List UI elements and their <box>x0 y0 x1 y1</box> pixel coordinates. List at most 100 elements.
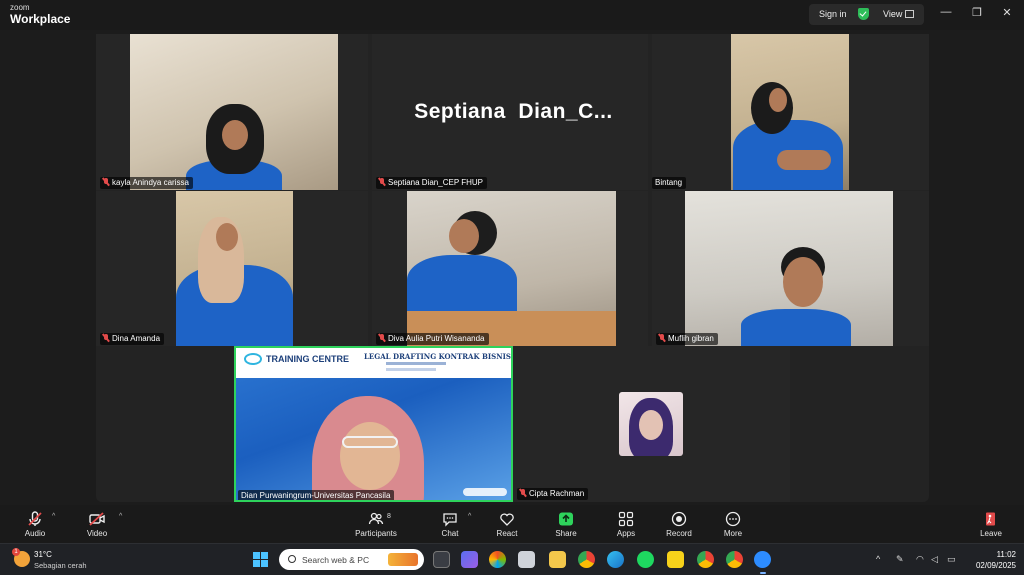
participant-name: Septiana Dian_CEP FHUP <box>388 178 484 187</box>
more-dots-icon <box>725 511 741 527</box>
leave-door-icon <box>986 512 995 526</box>
pen-icon[interactable]: ✎ <box>896 554 904 565</box>
zoom-app-icon[interactable] <box>754 551 771 568</box>
face-shape <box>340 422 400 490</box>
video-options-chevron-icon[interactable]: ^ <box>119 513 122 520</box>
event-title: LEGAL DRAFTING KONTRAK BISNIS <box>364 352 511 361</box>
apps-label: Apps <box>616 529 636 538</box>
face-shape <box>783 257 823 307</box>
spotify-icon[interactable] <box>637 551 654 568</box>
video-tile-kayla[interactable]: kayla Anindya carissa <box>96 34 368 190</box>
active-speaker-tile[interactable]: TRAINING CENTRE LEGAL DRAFTING KONTRAK B… <box>234 346 513 502</box>
weather-condition[interactable]: Sebagian cerah <box>34 561 87 570</box>
task-view-icon[interactable] <box>433 551 450 568</box>
event-details-line <box>386 368 436 371</box>
more-button[interactable]: More <box>703 508 763 542</box>
profile-picture <box>619 392 683 456</box>
chat-options-chevron-icon[interactable]: ^ <box>468 513 471 520</box>
encryption-shield-icon[interactable] <box>858 8 869 20</box>
search-highlight-icon <box>388 553 418 566</box>
chat-icon <box>443 513 457 527</box>
participants-button[interactable]: 8 Participants <box>346 508 406 542</box>
clock-time: 11:02 <box>996 550 1016 559</box>
participant-name-tag: Bintang <box>652 177 687 189</box>
sign-in-button[interactable]: Sign in <box>819 9 847 19</box>
video-tile-diva[interactable]: Diva Aulia Putri Wisananda <box>372 191 648 346</box>
weather-temperature[interactable]: 31°C <box>34 550 52 559</box>
participant-name-tag: Dian Purwaningrum-Universitas Pancasila <box>238 490 395 500</box>
calculator-icon[interactable] <box>518 551 535 568</box>
view-button[interactable]: View <box>883 9 902 19</box>
chrome-profile-icon[interactable] <box>697 551 714 568</box>
participant-name-tag: Dina Amanda <box>100 333 165 345</box>
taskbar-search-box[interactable]: Search web & PC <box>279 549 424 570</box>
video-button[interactable]: Video <box>67 508 127 542</box>
leave-label: Leave <box>980 529 1002 538</box>
camera-off-name: Septiana Dian_C... <box>414 100 613 123</box>
minimize-button[interactable]: — <box>938 6 954 18</box>
participant-name: Bintang <box>655 178 683 187</box>
audio-button[interactable]: Audio <box>5 508 65 542</box>
record-button[interactable]: Record <box>649 508 709 542</box>
participant-name-tag: Diva Aulia Putri Wisananda <box>376 333 489 345</box>
volume-icon[interactable]: ◁ <box>931 554 938 565</box>
wifi-icon[interactable]: ◠ <box>916 554 924 565</box>
restore-button[interactable]: ❐ <box>969 6 985 19</box>
shirt-shape <box>407 255 517 317</box>
face-shape <box>639 410 663 440</box>
camera-feed <box>407 191 616 346</box>
taskbar-clock[interactable]: 11:02 02/09/2025 <box>966 549 1016 571</box>
grid-view-icon[interactable] <box>905 10 914 18</box>
show-hidden-icons-chevron-icon[interactable]: ^ <box>876 554 880 564</box>
leave-button[interactable]: Leave <box>961 508 1021 542</box>
heart-icon <box>500 513 514 526</box>
participant-name: kayla Anindya carissa <box>112 178 189 187</box>
react-button[interactable]: React <box>477 508 537 542</box>
mic-muted-icon <box>659 334 665 342</box>
video-label: Video <box>86 529 108 538</box>
participants-count: 8 <box>387 513 391 520</box>
face-shape <box>216 223 238 251</box>
face-shape <box>449 219 479 253</box>
chrome-profile-2-icon[interactable] <box>726 551 743 568</box>
search-placeholder: Search web & PC <box>302 555 370 565</box>
participant-name-tag: Muflih gibran <box>656 333 718 345</box>
zoom-window: zoom Workplace Sign in View — ❐ ✕ kayla … <box>0 0 1024 575</box>
video-tile-muflih[interactable]: Muflih gibran <box>652 191 929 346</box>
brand-small: zoom <box>10 3 30 12</box>
video-tile-dina[interactable]: Dina Amanda <box>96 191 368 346</box>
meeting-controls: Audio ^ Video ^ 8 Participants Chat ^ Re… <box>0 505 1024 543</box>
face-shape <box>222 120 248 150</box>
copilot-icon[interactable] <box>489 551 506 568</box>
event-details-line <box>386 362 446 365</box>
participant-name: Cipta Rachman <box>529 489 585 498</box>
training-centre-logo-icon <box>244 353 262 365</box>
share-banner: TRAINING CENTRE LEGAL DRAFTING KONTRAK B… <box>236 348 511 378</box>
record-label: Record <box>666 529 692 538</box>
arm-shape <box>777 150 831 170</box>
audio-options-chevron-icon[interactable]: ^ <box>52 513 55 520</box>
sticky-notes-icon[interactable] <box>667 551 684 568</box>
website-chip <box>463 488 507 496</box>
windows-start-icon[interactable] <box>253 552 268 567</box>
audio-label: Audio <box>24 529 46 538</box>
mic-muted-icon <box>103 178 109 186</box>
share-screen-icon <box>559 512 573 526</box>
teams-icon[interactable] <box>461 551 478 568</box>
edge-icon[interactable] <box>607 551 624 568</box>
file-explorer-icon[interactable] <box>549 551 566 568</box>
camera-feed <box>685 191 893 346</box>
shirt-shape <box>741 309 851 346</box>
apps-button[interactable]: Apps <box>596 508 656 542</box>
react-label: React <box>496 529 518 538</box>
close-window-button[interactable]: ✕ <box>999 6 1015 19</box>
battery-icon[interactable]: ▭ <box>947 554 956 565</box>
participants-label: Participants <box>355 529 397 538</box>
participant-name: Dina Amanda <box>112 334 161 343</box>
video-tile-bintang[interactable]: Bintang <box>652 34 929 190</box>
active-app-indicator <box>760 572 766 574</box>
chrome-icon[interactable] <box>578 551 595 568</box>
share-button[interactable]: Share <box>536 508 596 542</box>
windows-taskbar: 1 31°C Sebagian cerah Search web & PC ^ … <box>0 543 1024 575</box>
mic-muted-icon <box>379 334 385 342</box>
